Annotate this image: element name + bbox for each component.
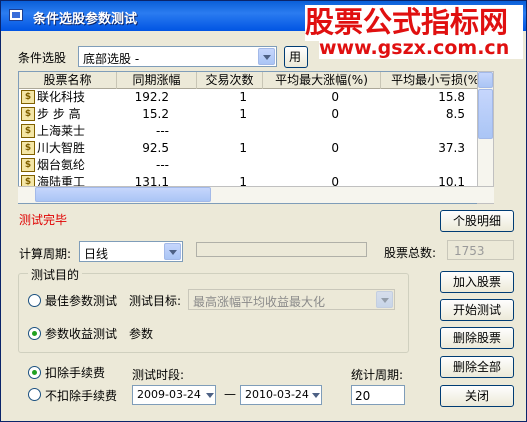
no-deduct-fee-radio[interactable] (28, 388, 41, 401)
delete-stock-button[interactable]: 删除股票 (440, 327, 514, 349)
add-stock-button[interactable]: 加入股票 (440, 271, 514, 293)
table-cell: 联化科技 (37, 90, 86, 104)
table-cell (381, 123, 465, 140)
watermark-title: 股票公式指标网 (305, 5, 523, 41)
condition-value: 底部选股 - (83, 52, 140, 66)
end-date: 2010-03-24 (245, 388, 309, 401)
table-cell (263, 157, 339, 174)
start-date: 2009-03-24 (137, 388, 201, 401)
col-gain[interactable]: 同期涨幅 (117, 72, 197, 89)
param-label: 参数 (129, 327, 154, 341)
scroll-thumb[interactable] (478, 89, 493, 139)
target-label: 测试目标: (129, 294, 182, 308)
table-row[interactable]: $ 烟台氨纶 --- (19, 157, 493, 174)
chevron-down-icon (376, 291, 393, 308)
condition-select[interactable]: 底部选股 - (78, 46, 277, 67)
table-cell (197, 123, 247, 140)
stock-detail-button[interactable]: 个股明细 (440, 210, 514, 232)
start-test-button[interactable]: 开始测试 (440, 299, 514, 321)
table-cell: 0 (331, 90, 339, 104)
scroll-up-button[interactable] (478, 72, 493, 88)
best-param-radio[interactable] (28, 294, 41, 307)
target-select: 最高涨幅平均收益最大化 (188, 289, 395, 310)
table-cell: 川大智胜 (37, 141, 86, 155)
table-cell: 37.3 (438, 141, 465, 155)
stock-icon: $ (21, 141, 35, 155)
table-row[interactable]: $ 上海莱士 --- (19, 123, 493, 140)
date-separator: — (224, 387, 236, 401)
condition-label: 条件选股 (18, 51, 67, 65)
col-name[interactable]: 股票名称 (19, 72, 117, 89)
stat-period-input[interactable]: 20 (351, 385, 405, 405)
table-cell (263, 123, 339, 140)
table-cell: 15.8 (438, 90, 465, 104)
window-title: 条件选股参数测试 (33, 12, 138, 27)
watermark-url: www.gszx.com.cn (319, 37, 523, 59)
target-value: 最高涨幅平均收益最大化 (193, 295, 326, 309)
stock-icon: $ (21, 90, 35, 104)
table-cell: 1 (239, 107, 247, 121)
table-row[interactable]: $ 步 步 高 15.2 1 0 8.5 (19, 106, 493, 123)
total-value: 1753 (454, 244, 485, 258)
stock-icon: $ (21, 158, 35, 172)
close-button[interactable]: 关闭 (440, 385, 514, 407)
progress-bar (196, 242, 367, 257)
table-cell: 92.5 (142, 141, 169, 155)
col-trades[interactable]: 交易次数 (197, 72, 263, 89)
table-cell: 步 步 高 (37, 107, 81, 121)
horizontal-scrollbar[interactable] (18, 186, 494, 203)
chevron-down-icon[interactable] (164, 243, 181, 260)
table-cell: 15.2 (142, 107, 169, 121)
col-avg-max[interactable]: 平均最大涨幅(%) (263, 72, 381, 89)
delete-all-button[interactable]: 删除全部 (440, 356, 514, 378)
stat-period-label: 统计周期: (351, 368, 404, 382)
param-return-label[interactable]: 参数收益测试 (45, 325, 117, 342)
result-table[interactable]: 股票名称 同期涨幅 交易次数 平均最大涨幅(%) 平均最小亏损(%) $ 联化科技… (18, 71, 494, 204)
dialog-window: 条件选股参数测试 股票公式指标网 www.gszx.com.cn 条件选股 底部… (0, 0, 527, 422)
table-cell: 192.2 (134, 90, 169, 104)
table-row[interactable]: $ 川大智胜 92.5 1 0 37.3 (19, 140, 493, 157)
end-date-picker[interactable]: 2010-03-24 (240, 385, 322, 405)
stat-period-value: 20 (355, 389, 371, 403)
table-cell: 0 (331, 107, 339, 121)
vertical-scrollbar[interactable] (477, 71, 494, 204)
table-cell: 0 (331, 141, 339, 155)
deduct-fee-radio[interactable] (28, 366, 41, 379)
hscroll-thumb[interactable] (35, 187, 211, 202)
chevron-down-icon[interactable] (258, 48, 275, 65)
table-header: 股票名称 同期涨幅 交易次数 平均最大涨幅(%) 平均最小亏损(%) (19, 72, 493, 89)
deduct-fee-label[interactable]: 扣除手续费 (45, 364, 105, 381)
table-cell: --- (156, 158, 169, 172)
chevron-down-icon[interactable] (308, 387, 320, 403)
param-return-radio[interactable] (28, 327, 41, 340)
table-cell: 烟台氨纶 (37, 158, 86, 172)
stock-icon: $ (21, 107, 35, 121)
test-period-label: 测试时段: (132, 368, 185, 382)
best-param-label[interactable]: 最佳参数测试 (45, 292, 117, 309)
table-cell: --- (156, 124, 169, 138)
period-value: 日线 (84, 247, 109, 261)
stock-icon: $ (21, 124, 35, 138)
start-date-picker[interactable]: 2009-03-24 (132, 385, 216, 405)
window-icon (9, 9, 23, 21)
period-label: 计算周期: (19, 247, 72, 261)
table-cell: 1 (239, 90, 247, 104)
no-deduct-fee-label[interactable]: 不扣除手续费 (45, 387, 117, 404)
total-field: 1753 (447, 240, 514, 260)
table-cell (381, 157, 465, 174)
period-select[interactable]: 日线 (79, 241, 183, 262)
total-label: 股票总数: (384, 246, 437, 260)
use-button[interactable]: 用 (284, 46, 308, 68)
table-cell: 上海莱士 (37, 124, 86, 138)
purpose-legend: 测试目的 (28, 266, 83, 283)
table-cell (197, 157, 247, 174)
status-text: 测试完毕 (19, 213, 68, 227)
table-row[interactable]: $ 联化科技 192.2 1 0 15.8 (19, 89, 493, 106)
chevron-down-icon[interactable] (202, 387, 214, 403)
table-cell: 1 (239, 141, 247, 155)
table-cell: 8.5 (445, 107, 465, 121)
